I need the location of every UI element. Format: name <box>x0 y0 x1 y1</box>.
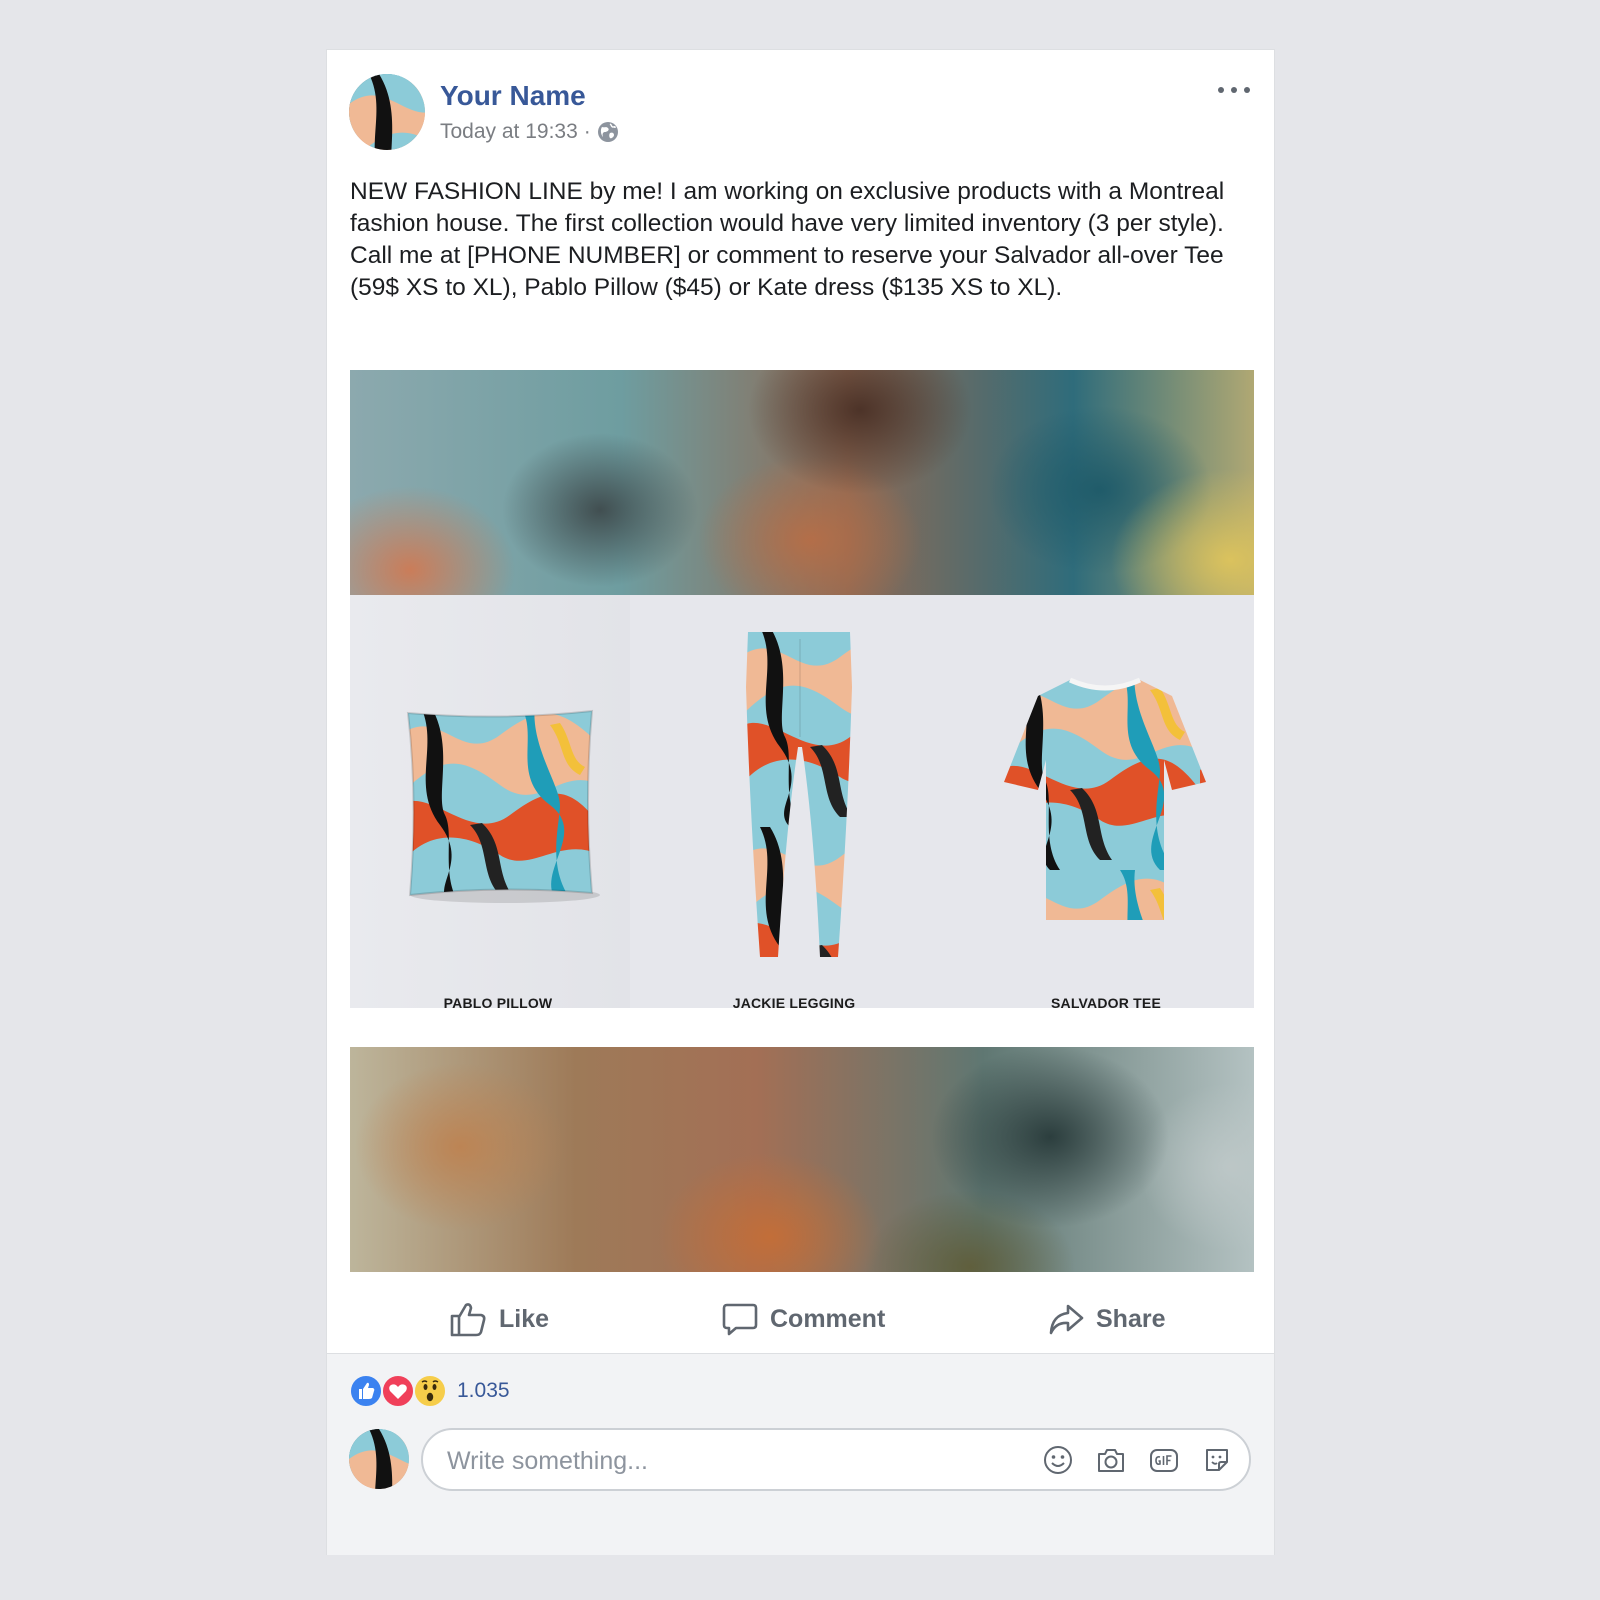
blurred-banner-bottom <box>350 1047 1254 1272</box>
post-timestamp[interactable]: Today at 19:33 <box>440 120 578 144</box>
reactions-summary[interactable]: 1.035 <box>349 1374 510 1408</box>
author-name[interactable]: Your Name <box>440 80 586 112</box>
commenter-avatar <box>349 1429 409 1489</box>
legging-image <box>746 632 852 957</box>
more-dot <box>1218 87 1224 93</box>
reaction-count[interactable]: 1.035 <box>457 1379 510 1403</box>
comment-label: Comment <box>770 1304 886 1333</box>
share-label: Share <box>1096 1304 1166 1333</box>
more-dot <box>1231 87 1237 93</box>
comment-icon <box>722 1303 758 1336</box>
comment-button[interactable]: Comment <box>722 1283 885 1355</box>
gif-icon[interactable] <box>1148 1444 1180 1476</box>
product-label-tee: SALVADOR TEE <box>1051 995 1161 1011</box>
globe-icon <box>597 121 619 143</box>
post-text: NEW FASHION LINE by me! I am working on … <box>350 178 1225 301</box>
author-avatar[interactable] <box>349 74 425 150</box>
avatar-pattern <box>349 1429 409 1489</box>
pillow-image <box>406 709 600 903</box>
more-dot <box>1244 87 1250 93</box>
more-options-icon[interactable] <box>1218 80 1250 100</box>
wow-reaction-icon <box>413 1374 447 1408</box>
post-card: Your Name Today at 19:33 · NEW FASHION L… <box>326 49 1275 1555</box>
comment-box <box>421 1428 1251 1491</box>
like-icon <box>450 1303 486 1337</box>
emoji-icon[interactable] <box>1042 1444 1074 1476</box>
avatar-pattern <box>349 74 425 150</box>
products-image[interactable]: PABLO PILLOW JACKIE LEGGING SALVADOR TEE <box>350 595 1254 1047</box>
share-button[interactable]: Share <box>1048 1283 1165 1355</box>
meta-separator: · <box>583 120 591 143</box>
post-footer: 1.035 <box>327 1353 1274 1555</box>
share-icon <box>1049 1304 1084 1335</box>
post-meta: Today at 19:33 · <box>440 120 619 144</box>
like-reaction-icon <box>349 1374 383 1408</box>
like-label: Like <box>499 1304 550 1333</box>
post-actions: Like Comment Share <box>327 1283 1274 1355</box>
love-reaction-icon <box>381 1374 415 1408</box>
blurred-banner-top <box>350 370 1254 595</box>
like-button[interactable]: Like <box>449 1283 549 1355</box>
product-label-pillow: PABLO PILLOW <box>443 995 553 1011</box>
product-label-legging: JACKIE LEGGING <box>732 995 856 1011</box>
comment-input[interactable] <box>445 1442 1009 1480</box>
sticker-icon[interactable] <box>1201 1444 1233 1476</box>
camera-icon[interactable] <box>1095 1444 1127 1476</box>
tee-image <box>1004 677 1206 920</box>
